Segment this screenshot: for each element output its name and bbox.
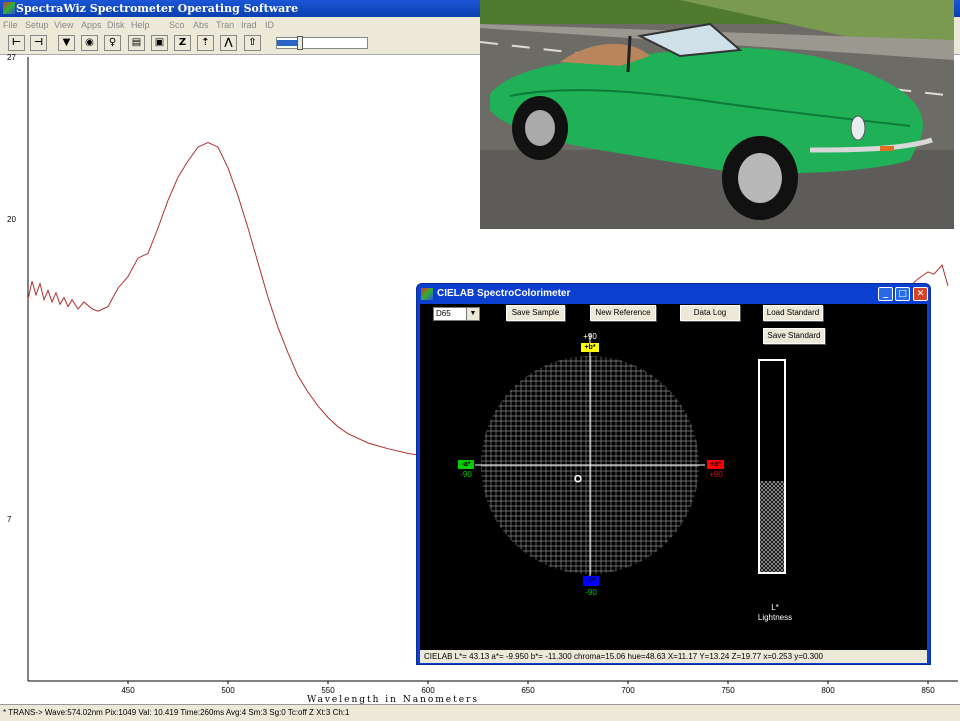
x-tick-label: 550 <box>321 686 335 695</box>
menu-help[interactable]: Help <box>131 17 150 33</box>
lamp-icon[interactable]: ♀ <box>104 35 121 51</box>
close-icon[interactable]: ✕ <box>913 287 928 301</box>
menu-irad[interactable]: Irad <box>241 17 257 33</box>
cielab-app-icon <box>421 288 433 300</box>
y-tick-label: 27 <box>7 54 16 62</box>
y-tick-label: 20 <box>7 215 16 224</box>
spectrum-series-line <box>27 141 459 462</box>
b-plus-tag: +b* <box>581 343 599 352</box>
a-plus-value: +90 <box>709 470 723 479</box>
dark-icon[interactable]: ▼ <box>58 35 75 51</box>
menu-setup[interactable]: Setup <box>25 17 49 33</box>
x-tick-label: 450 <box>121 686 135 695</box>
cielab-window: CIELAB SpectroColorimeter _ □ ✕ D65 ▼ Sa… <box>416 283 931 665</box>
export-icon[interactable]: ⇧ <box>244 35 261 51</box>
save-icon[interactable]: ▤ <box>128 35 145 51</box>
cielab-color-plane <box>475 334 786 580</box>
lightness-bar-fill <box>760 480 784 572</box>
cielab-title-bar[interactable]: CIELAB SpectroColorimeter _ □ ✕ <box>417 284 930 304</box>
a-minus-value: -90 <box>460 470 472 479</box>
minimize-icon[interactable]: _ <box>878 287 893 301</box>
scale-up-icon[interactable]: ⇡ <box>197 35 214 51</box>
menu-disk[interactable]: Disk <box>107 17 125 33</box>
b-plus-value: +90 <box>583 332 597 341</box>
lightness-label-text: Lightness <box>757 613 793 622</box>
x-tick-label: 500 <box>221 686 235 695</box>
maximize-icon[interactable]: □ <box>895 287 910 301</box>
step-right-icon[interactable]: ⊣ <box>30 35 47 51</box>
x-tick-label: 850 <box>921 686 935 695</box>
menu-id[interactable]: ID <box>265 17 274 33</box>
b-minus-tag: -b* <box>583 576 599 586</box>
slider-thumb[interactable] <box>296 36 303 50</box>
x-tick-label: 650 <box>521 686 535 695</box>
menu-abs[interactable]: Abs <box>193 17 209 33</box>
menu-tran[interactable]: Tran <box>216 17 234 33</box>
green-sports-car-image <box>480 0 954 229</box>
peak-icon[interactable]: ⋀ <box>220 35 237 51</box>
step-left-icon[interactable]: ⊢ <box>8 35 25 51</box>
zoom-icon[interactable]: ▣ <box>151 35 168 51</box>
menu-apps[interactable]: Apps <box>81 17 102 33</box>
x-tick-label: 700 <box>621 686 635 695</box>
spectrawiz-app-icon <box>3 2 15 14</box>
z-icon[interactable]: Z <box>174 35 191 51</box>
a-minus-tag: -a* <box>458 460 474 469</box>
a-plus-tag: +a* <box>707 460 724 469</box>
menu-view[interactable]: View <box>54 17 73 33</box>
sample-car-photo <box>480 0 954 229</box>
main-status-bar: * TRANS-> Wave:574.02nm Pix:1049 Val: 10… <box>0 704 960 721</box>
reference-icon[interactable]: ◉ <box>81 35 98 51</box>
lightness-label-symbol: L* <box>771 603 779 612</box>
cielab-readout: CIELAB L*= 43.13 a*= -9.950 b*= -11.300 … <box>424 652 823 661</box>
y-tick-label: 7 <box>7 515 12 524</box>
integration-time-slider[interactable] <box>276 36 368 50</box>
b-minus-value: -90 <box>585 588 597 597</box>
status-readout: * TRANS-> Wave:574.02nm Pix:1049 Val: 10… <box>3 708 350 717</box>
cielab-client-area: D65 ▼ Save Sample New Reference Data Log… <box>420 304 927 650</box>
slider-fill <box>277 40 297 46</box>
cielab-status-bar: CIELAB L*= 43.13 a*= -9.950 b*= -11.300 … <box>420 650 927 663</box>
x-tick-label: 750 <box>721 686 735 695</box>
menu-file[interactable]: File <box>3 17 18 33</box>
lightness-label: L* Lightness <box>746 603 804 623</box>
main-window-title: SpectraWiz Spectrometer Operating Softwa… <box>16 2 299 15</box>
x-tick-label: 600 <box>421 686 435 695</box>
x-tick-label: 800 <box>821 686 835 695</box>
menu-sco[interactable]: Sco <box>169 17 185 33</box>
cielab-window-title: CIELAB SpectroColorimeter <box>437 288 571 299</box>
x-axis-label: Wavelength in Nanometers <box>307 695 479 704</box>
